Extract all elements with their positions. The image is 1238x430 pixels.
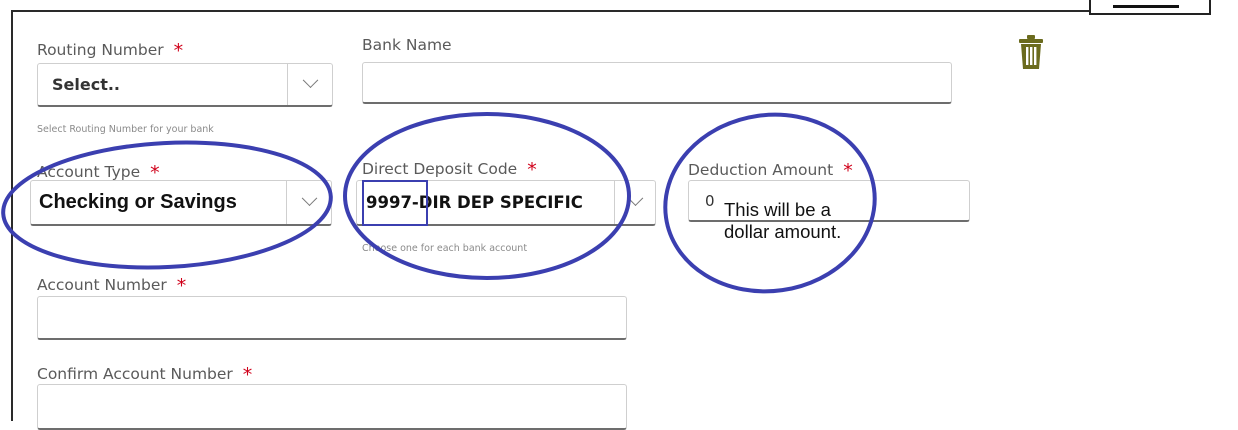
required-mark: * bbox=[176, 275, 187, 297]
annotation-code-box bbox=[362, 180, 428, 226]
required-mark: * bbox=[242, 364, 253, 386]
account-number-input[interactable] bbox=[37, 296, 627, 340]
trash-icon[interactable] bbox=[1018, 33, 1044, 71]
account-type-dropdown-toggle[interactable] bbox=[286, 181, 331, 224]
deduction-amount-value: 0 bbox=[705, 192, 715, 210]
account-number-label-text: Account Number bbox=[37, 276, 167, 294]
chevron-down-icon bbox=[627, 190, 643, 207]
routing-number-select[interactable]: Select.. bbox=[37, 63, 333, 107]
routing-number-value: Select.. bbox=[52, 75, 120, 94]
account-type-label: Account Type * bbox=[37, 160, 160, 184]
top-right-control-underline bbox=[1113, 0, 1179, 8]
required-mark: * bbox=[843, 160, 853, 182]
direct-deposit-code-dropdown-toggle[interactable] bbox=[614, 181, 655, 224]
routing-number-dropdown-toggle[interactable] bbox=[287, 64, 332, 105]
account-type-label-text: Account Type bbox=[37, 163, 141, 181]
chevron-down-icon bbox=[301, 190, 317, 207]
deduction-amount-label: Deduction Amount * bbox=[688, 158, 853, 182]
bank-name-label-text: Bank Name bbox=[362, 36, 452, 54]
account-number-label: Account Number * bbox=[37, 273, 187, 297]
required-mark: * bbox=[173, 40, 184, 62]
bank-name-input[interactable] bbox=[362, 62, 952, 104]
panel-border-top bbox=[11, 10, 1091, 12]
confirm-account-number-label: Confirm Account Number * bbox=[37, 362, 253, 386]
routing-number-hint: Select Routing Number for your bank bbox=[37, 124, 214, 135]
direct-deposit-code-hint: Choose one for each bank account bbox=[362, 243, 528, 254]
deduction-amount-label-text: Deduction Amount bbox=[688, 161, 834, 179]
account-type-value: Checking or Savings bbox=[39, 191, 237, 213]
required-mark: * bbox=[527, 159, 537, 181]
direct-deposit-code-label: Direct Deposit Code * bbox=[362, 157, 537, 181]
panel-border-left bbox=[11, 10, 13, 421]
direct-deposit-code-label-text: Direct Deposit Code bbox=[362, 160, 518, 178]
confirm-account-number-input[interactable] bbox=[37, 384, 627, 430]
account-type-select[interactable]: Checking or Savings bbox=[30, 180, 332, 226]
annotation-note: This will be a dollar amount. bbox=[724, 199, 842, 242]
confirm-account-number-label-text: Confirm Account Number bbox=[37, 365, 233, 383]
chevron-down-icon bbox=[302, 72, 318, 89]
routing-number-label-text: Routing Number bbox=[37, 41, 164, 59]
routing-number-label: Routing Number * bbox=[37, 38, 184, 62]
bank-name-label: Bank Name bbox=[362, 36, 452, 54]
